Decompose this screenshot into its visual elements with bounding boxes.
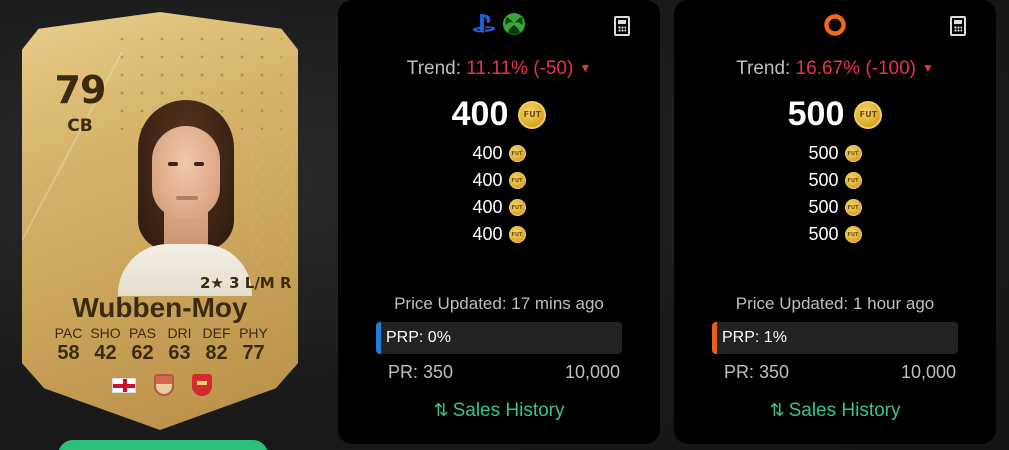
trend-label: Trend:	[406, 58, 462, 79]
price-range-max: 10,000	[564, 362, 620, 382]
price-range: PR: 350 10,000	[724, 362, 956, 383]
recent-price-row: 400 FUT	[338, 194, 660, 221]
stat-label: PAC	[54, 325, 83, 341]
price-updated-text: Price Updated: 17 mins ago	[394, 294, 604, 313]
player-badges	[112, 374, 212, 396]
recent-price-value: 500	[808, 170, 839, 190]
stat-value: 42	[94, 342, 117, 364]
prp-bar: PRP: 0%	[376, 322, 622, 354]
recent-price-value: 500	[808, 197, 839, 217]
coin-icon: FUT	[844, 145, 862, 162]
stat-dri: DRI 63	[161, 325, 198, 365]
recent-price-row: 500 FUT	[674, 221, 996, 248]
player-rating: 79	[54, 68, 107, 112]
player-skills: 2★ 3 L/M R	[200, 274, 292, 292]
stat-label: DEF	[202, 325, 231, 341]
recent-price-value: 500	[808, 143, 839, 163]
stat-phy: PHY 77	[235, 325, 272, 365]
player-card[interactable]: 79 CB 2★ 3 L/M R Wubben-Moy PAC 58 SHO 4…	[22, 12, 298, 430]
recent-price-value: 400	[472, 197, 503, 217]
coin-icon: FUT	[844, 172, 862, 189]
stat-label: PAS	[129, 325, 156, 341]
trend-value: 16.67% (-100)	[795, 58, 916, 79]
stat-pas: PAS 62	[124, 325, 161, 365]
coin-icon: FUT	[844, 199, 862, 216]
prp-text: PRP: 1%	[722, 329, 787, 346]
recent-prices-list: 500 FUT 500 FUT 500 FUT 500 FUT	[674, 140, 996, 248]
recent-price-value: 400	[472, 170, 503, 190]
price-range-max: 10,000	[900, 362, 956, 382]
sales-history-link[interactable]: ⇅ Sales History	[338, 400, 660, 422]
action-button[interactable]	[58, 440, 268, 450]
recent-price-row: 400 FUT	[338, 221, 660, 248]
coin-icon: FUT	[508, 226, 526, 243]
current-price: 500 FUT	[674, 95, 996, 134]
prp-accent	[376, 322, 381, 354]
player-portrait	[118, 100, 252, 296]
current-price-value: 400	[451, 95, 509, 133]
calculator-icon[interactable]	[950, 16, 966, 36]
sales-history-link[interactable]: ⇅ Sales History	[674, 400, 996, 422]
prp-text: PRP: 0%	[386, 329, 451, 346]
prp-bar: PRP: 1%	[712, 322, 958, 354]
platform-icons	[338, 12, 660, 36]
trend-line: Trend: 16.67% (-100) ▼	[674, 58, 996, 80]
recent-price-value: 400	[472, 143, 503, 163]
coin-icon: FUT	[854, 100, 883, 129]
recent-price-row: 500 FUT	[674, 167, 996, 194]
trend-line: Trend: 11.11% (-50) ▼	[338, 58, 660, 80]
stat-value: 58	[57, 342, 80, 364]
current-price: 400 FUT	[338, 95, 660, 134]
sort-arrows-icon: ⇅	[433, 400, 449, 420]
recent-price-value: 400	[472, 224, 503, 244]
trend-down-arrow-icon: ▼	[922, 61, 934, 75]
recent-price-row: 400 FUT	[338, 167, 660, 194]
playstation-icon	[472, 14, 496, 33]
player-stats: PAC 58 SHO 42 PAS 62 DRI 63 DEF 82 PHY 7…	[50, 325, 272, 365]
price-panel-console: Trend: 11.11% (-50) ▼ 400 FUT 400 FUT 400…	[338, 0, 660, 444]
recent-prices-list: 400 FUT 400 FUT 400 FUT 400 FUT	[338, 140, 660, 248]
price-updated-text: Price Updated: 1 hour ago	[735, 294, 935, 313]
stat-label: PHY	[239, 325, 268, 341]
stat-sho: SHO 42	[87, 325, 124, 365]
recent-price-value: 500	[808, 224, 839, 244]
sales-history-label: Sales History	[452, 400, 565, 421]
price-range-min: PR: 350	[388, 362, 454, 382]
recent-price-row: 500 FUT	[674, 194, 996, 221]
stat-value: 63	[168, 342, 191, 364]
coin-icon: FUT	[508, 172, 526, 189]
league-badge-icon	[154, 374, 174, 396]
coin-icon: FUT	[508, 199, 526, 216]
xbox-icon	[503, 13, 525, 35]
prp-accent	[712, 322, 717, 354]
player-position: CB	[67, 116, 93, 136]
stat-value: 82	[205, 342, 228, 364]
recent-price-row: 400 FUT	[338, 140, 660, 167]
coin-icon: FUT	[844, 226, 862, 243]
stat-label: SHO	[90, 325, 121, 341]
club-crest-icon	[192, 374, 212, 396]
coin-icon: FUT	[508, 145, 526, 162]
platform-icons	[674, 12, 996, 36]
current-price-value: 500	[787, 95, 845, 133]
stat-def: DEF 82	[198, 325, 235, 365]
price-panel-pc: Trend: 16.67% (-100) ▼ 500 FUT 500 FUT 50…	[674, 0, 996, 444]
stat-label: DRI	[167, 325, 192, 341]
sort-arrows-icon: ⇅	[769, 400, 785, 420]
stat-value: 62	[131, 342, 154, 364]
origin-icon	[824, 13, 846, 36]
stat-value: 77	[242, 342, 265, 364]
trend-down-arrow-icon: ▼	[579, 61, 592, 75]
recent-price-row: 500 FUT	[674, 140, 996, 167]
england-flag-icon	[112, 377, 136, 393]
price-range-min: PR: 350	[724, 362, 790, 382]
coin-icon: FUT	[518, 100, 547, 129]
trend-value: 11.11% (-50)	[466, 58, 574, 79]
price-range: PR: 350 10,000	[388, 362, 620, 383]
sales-history-label: Sales History	[788, 400, 901, 421]
trend-label: Trend:	[736, 58, 791, 79]
player-name: Wubben-Moy	[72, 292, 248, 323]
stat-pac: PAC 58	[50, 325, 87, 365]
calculator-icon[interactable]	[614, 16, 630, 36]
